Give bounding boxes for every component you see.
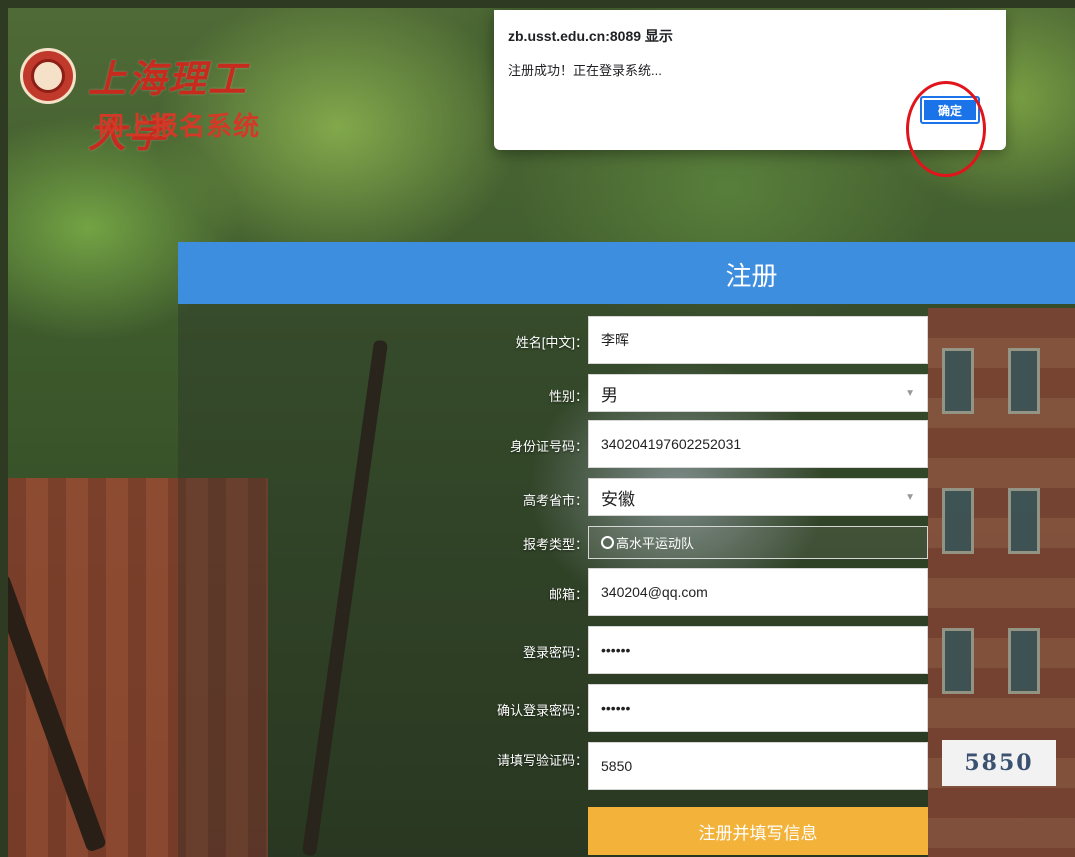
field-label: 报考类型： <box>522 537 588 552</box>
registration-panel: 注册 姓名[中文]： 性别： 男 ▼ 身份证号码： 高考省市： <box>178 242 1075 857</box>
register-submit-button[interactable]: 注册并填写信息 <box>588 807 928 855</box>
province-value: 安徽 <box>601 489 635 509</box>
field-label: 邮箱： <box>548 587 588 602</box>
province-select[interactable]: 安徽 ▼ <box>588 478 928 516</box>
id-number-input[interactable] <box>588 420 928 468</box>
email-input[interactable] <box>588 568 928 616</box>
captcha-image[interactable]: 5850 <box>942 740 1056 786</box>
university-seal-icon <box>20 48 76 104</box>
field-label: 登录密码： <box>522 645 588 660</box>
page: 上海理工大学 网上报名系统 注册 姓名[中文]： 性别： 男 ▼ 身份证号码： <box>8 8 1075 857</box>
panel-body: 姓名[中文]： 性别： 男 ▼ 身份证号码： 高考省市： 安徽 ▼ <box>178 304 1075 857</box>
field-label: 姓名[中文]： <box>515 335 588 350</box>
exam-type-option: 高水平运动队 <box>616 536 695 551</box>
dialog-message: 注册成功！正在登录系统... <box>508 63 662 78</box>
panel-title: 注册 <box>725 261 778 291</box>
captcha-text: 5850 <box>964 750 1034 776</box>
confirm-password-input[interactable] <box>588 684 928 732</box>
gender-select[interactable]: 男 ▼ <box>588 374 928 412</box>
chevron-down-icon: ▼ <box>905 387 915 399</box>
panel-header: 注册 <box>178 242 1075 304</box>
system-name: 网上报名系统 <box>98 111 261 141</box>
gender-value: 男 <box>601 385 618 405</box>
field-label: 身份证号码： <box>509 439 588 454</box>
radio-icon[interactable] <box>601 536 614 549</box>
dialog-origin: zb.usst.edu.cn:8089 显示 <box>508 28 673 44</box>
highlight-annotation-circle <box>906 81 986 177</box>
field-label: 高考省市： <box>522 493 588 508</box>
field-label: 性别： <box>548 389 588 404</box>
university-logo: 上海理工大学 网上报名系统 <box>20 46 280 156</box>
name-input[interactable] <box>588 316 928 364</box>
field-label: 请填写验证码： <box>496 753 588 768</box>
chevron-down-icon: ▼ <box>905 491 915 503</box>
password-input[interactable] <box>588 626 928 674</box>
exam-type-radio[interactable]: 高水平运动队 <box>588 526 928 559</box>
field-label: 确认登录密码： <box>496 703 588 718</box>
captcha-input[interactable] <box>588 742 928 790</box>
